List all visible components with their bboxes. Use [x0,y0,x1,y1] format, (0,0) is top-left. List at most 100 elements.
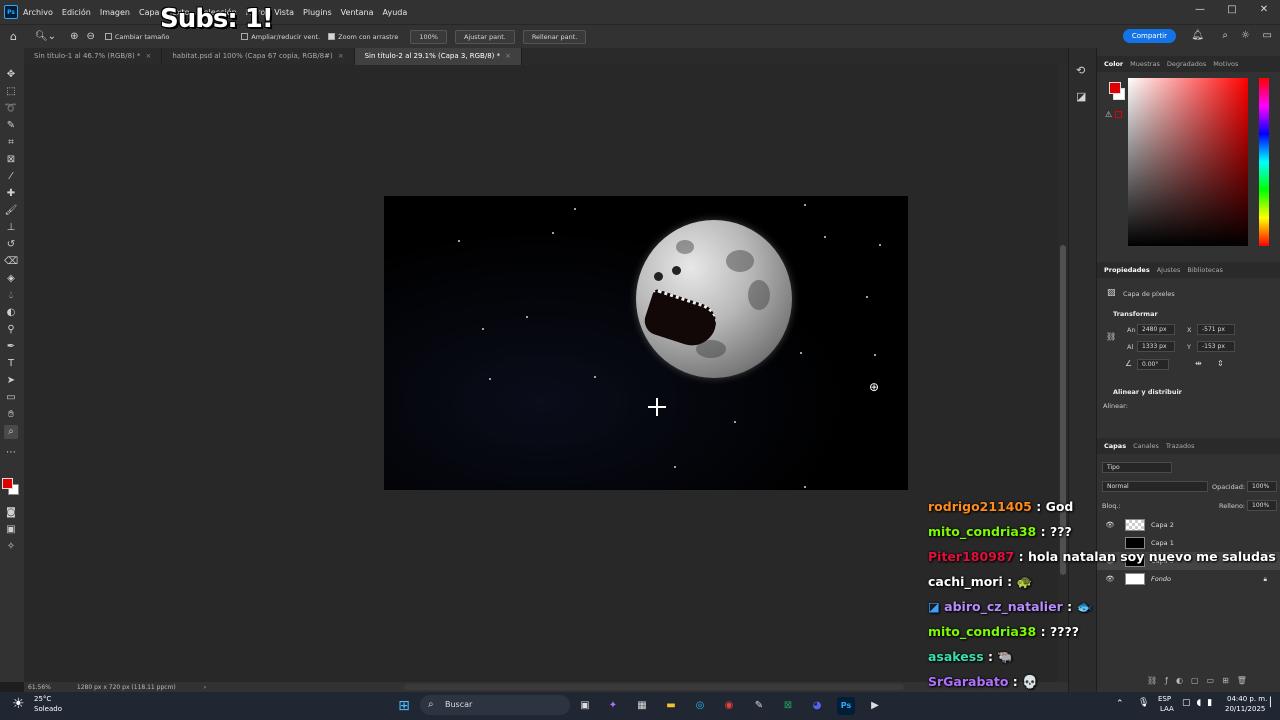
clock-date[interactable]: 20/11/2025 [1225,705,1265,713]
blur-tool-icon[interactable]: 💧︎ [4,289,18,303]
width-field[interactable]: 2480 px [1137,324,1175,335]
vertical-scrollbar[interactable] [1058,65,1068,682]
tab-libraries[interactable]: Bibliotecas [1187,266,1222,274]
clone-stamp-tool-icon[interactable]: ⊥ [4,221,18,235]
tab-gradients[interactable]: Degradados [1167,60,1206,68]
color-field[interactable] [1128,78,1248,246]
close-tab-icon[interactable]: × [338,52,344,60]
layer-filter-select[interactable]: Tipo [1102,462,1172,473]
layer-actions-icons[interactable]: ⛓ƒ◐▢▭⊞🗑︎ [1147,676,1255,685]
hand-tool-icon[interactable]: ✋︎ [4,408,18,422]
document-canvas[interactable] [384,196,908,490]
history-icon[interactable]: ⟲ [1076,64,1085,77]
history-brush-tool-icon[interactable]: ↺ [4,238,18,252]
healing-brush-tool-icon[interactable]: ✚ [4,187,18,201]
rectangle-tool-icon[interactable]: ▭ [4,391,18,405]
tab-document-3[interactable]: Sin título-2 al 29.1% (Capa 3, RGB/8) * × [354,48,523,65]
y-field[interactable]: -153 px [1197,341,1235,352]
eraser-tool-icon[interactable]: ⌫ [4,255,18,269]
eyedropper-tool-icon[interactable]: ⁄ [4,170,18,184]
maximize-button[interactable]: □ [1216,0,1248,24]
store-icon[interactable]: ▦ [633,697,651,715]
layer-row[interactable]: 👁︎ Fondo 🔒︎ [1097,570,1280,588]
menu-imagen[interactable]: Imagen [100,8,130,17]
windows-start-icon[interactable]: ⊞ [395,697,413,715]
tab-adjustments[interactable]: Ajustes [1157,266,1181,274]
menu-ventana[interactable]: Ventana [341,8,374,17]
tab-document-1[interactable]: Sin título-1 al 46.7% (RGB/8) * × [24,48,163,65]
quick-select-tool-icon[interactable]: ✎ [4,119,18,133]
language-indicator[interactable]: ESP [1158,695,1171,703]
pen-tool-icon[interactable]: ✒ [4,340,18,354]
notification-icon[interactable]: ▏ [1270,698,1277,708]
frame-tool-icon[interactable]: ⊠ [4,153,18,167]
close-tab-icon[interactable]: × [505,52,511,60]
generative-icon[interactable]: ✧ [4,540,18,554]
minimize-button[interactable]: — [1184,0,1216,24]
visibility-eye-icon[interactable]: 👁︎ [1103,575,1117,583]
flip-vertical-icon[interactable]: ⇕ [1217,359,1224,368]
tab-paths[interactable]: Trazados [1166,442,1195,450]
fill-field[interactable]: 100% [1247,500,1277,511]
tab-patterns[interactable]: Motivos [1213,60,1238,68]
zoom-tool-preset-icon[interactable]: 🔍︎⌄ [35,31,56,42]
burn-tool-icon[interactable]: ⚲ [4,323,18,337]
x-field[interactable]: -571 px [1197,324,1235,335]
close-button[interactable]: ✕ [1248,0,1280,24]
blend-mode-select[interactable]: Normal [1102,481,1208,492]
language-region[interactable]: LAA [1160,705,1174,713]
type-tool-icon[interactable]: T [4,357,18,371]
menu-capa[interactable]: Capa [139,8,159,17]
home-icon[interactable]: ⌂ [10,30,17,43]
quick-mask-icon[interactable]: ◙ [4,506,18,520]
task-view-icon[interactable]: ▣ [576,697,594,715]
menu-vista[interactable]: Vista [274,8,294,17]
menu-ayuda[interactable]: Ayuda [383,8,408,17]
horizontal-scrollbar[interactable] [404,684,904,690]
status-menu-chevron-icon[interactable]: › [204,684,206,691]
marquee-tool-icon[interactable]: ⬚ [4,85,18,99]
excel-icon[interactable]: ⊠ [779,697,797,715]
zoom-out-icon[interactable]: ⊖ [86,31,94,42]
tab-layers[interactable]: Capas [1104,442,1126,450]
tab-channels[interactable]: Canales [1133,442,1159,450]
bell-icon[interactable]: 🔔︎ [1191,30,1204,41]
close-tab-icon[interactable]: × [146,52,152,60]
menu-archivo[interactable]: Archivo [23,8,53,17]
zoom-tool-icon[interactable]: ⌕ [4,425,18,439]
layer-row[interactable]: 👁︎ Capa 2 [1097,516,1280,534]
tab-properties[interactable]: Propiedades [1104,266,1150,274]
align-section-title[interactable]: Alinear y distribuir [1113,388,1182,396]
dodge-tool-icon[interactable]: ◐ [4,306,18,320]
crop-tool-icon[interactable]: ⌗ [4,136,18,150]
weather-temp[interactable]: 25°C [34,695,51,703]
tab-document-2[interactable]: habitat.psd al 100% (Capa 67 copia, RGB/… [162,48,355,65]
photoshop-taskbar-icon[interactable]: Ps [837,697,855,715]
weather-sun-icon[interactable]: ☀ [12,696,25,712]
tray-chevron-icon[interactable]: ⌃ [1116,699,1124,709]
web-color-icon[interactable] [1115,111,1122,118]
hue-slider[interactable] [1259,78,1269,246]
link-icon[interactable]: ⛓ [1106,332,1116,341]
fit-screen-button[interactable]: Ajustar pant. [454,29,515,44]
zoom-100-button[interactable]: 100% [410,29,447,44]
edge-icon[interactable]: ◎ [691,697,709,715]
gamut-warning-icon[interactable]: ⚠ [1105,110,1112,119]
angle-field[interactable]: 0.00° [1137,359,1169,370]
lock-icon[interactable]: 🔒︎ [1264,575,1267,584]
taskbar-search[interactable]: ⌕ Buscar [420,695,570,715]
file-explorer-icon[interactable]: ▬ [662,697,680,715]
fill-screen-button[interactable]: Rellenar pant. [522,29,587,44]
opacity-field[interactable]: 100% [1247,481,1277,492]
share-button[interactable]: Compartir [1122,29,1176,43]
scrubby-zoom-checkbox[interactable]: Zoom con arrastre [328,33,398,41]
chrome-icon[interactable]: ◉ [720,697,738,715]
foreground-color-swatch[interactable] [2,478,13,489]
search-icon[interactable]: ⌕ [1222,30,1228,41]
adjustments-icon[interactable]: ◪ [1076,90,1086,103]
microphone-icon[interactable]: 🎙︎ [1138,698,1149,708]
network-volume-icons[interactable]: ▢◖▮ [1182,698,1218,708]
clock-time[interactable]: 04:40 p. m. [1227,695,1267,703]
tab-color[interactable]: Color [1104,60,1123,68]
screen-mode-icon[interactable]: ▣ [4,523,18,537]
